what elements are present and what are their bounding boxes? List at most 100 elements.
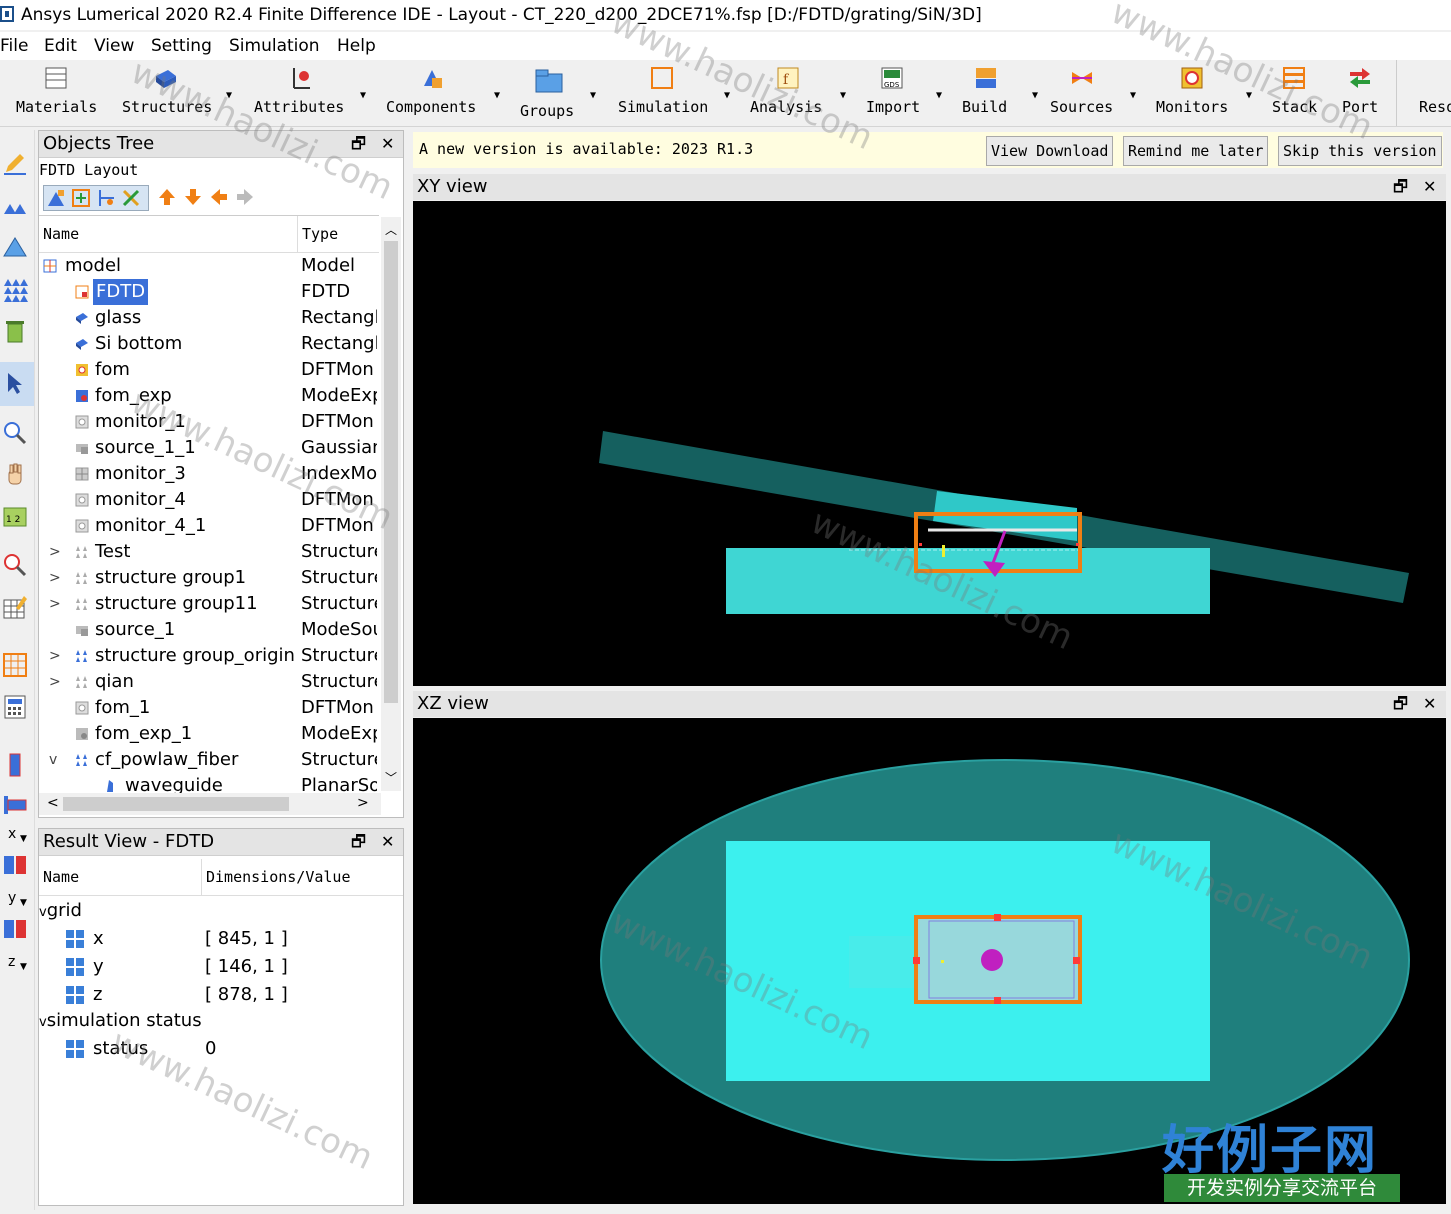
attributes-dropdown-icon[interactable]: ▼ bbox=[360, 90, 366, 101]
tree-hscroll-thumb[interactable] bbox=[63, 797, 289, 811]
groups-dropdown-icon[interactable]: ▼ bbox=[590, 90, 596, 101]
sources-dropdown-icon[interactable]: ▼ bbox=[1130, 90, 1136, 101]
close-panel-icon[interactable]: ✕ bbox=[381, 131, 394, 157]
col-name-header[interactable]: Name bbox=[43, 216, 79, 252]
tree-row-waveguide[interactable]: waveguide PlanarSo bbox=[39, 773, 379, 793]
close-view-icon[interactable]: ✕ bbox=[1423, 174, 1436, 200]
axis-y-dropdown-icon[interactable]: ▼ bbox=[20, 898, 27, 908]
components-button[interactable]: Components ▼ bbox=[384, 60, 506, 126]
result-row-status[interactable]: status 0 bbox=[65, 1035, 395, 1063]
fdtd-handle[interactable] bbox=[1073, 957, 1080, 964]
result-group-grid[interactable]: vgrid bbox=[39, 897, 82, 925]
grid-edit-icon[interactable] bbox=[2, 594, 28, 620]
pyramid-icon[interactable] bbox=[2, 234, 28, 260]
expand-chevron-icon[interactable]: > bbox=[49, 669, 61, 695]
tree-row-source-1[interactable]: source_1 ModeSou bbox=[39, 617, 379, 643]
fdtd-handle[interactable] bbox=[994, 914, 1001, 921]
build-dropdown-icon[interactable]: ▼ bbox=[1032, 90, 1038, 101]
xy-view-canvas[interactable] bbox=[413, 201, 1446, 686]
tree-row-fom-1[interactable]: fom_1 DFTMon bbox=[39, 695, 379, 721]
slice-x-icon[interactable] bbox=[2, 852, 28, 878]
menu-simulation[interactable]: Simulation bbox=[229, 32, 320, 60]
tree-row-fdtd[interactable]: FDTD FDTD bbox=[39, 279, 379, 305]
collapse-chevron-icon[interactable]: v bbox=[39, 1015, 47, 1030]
analysis-button[interactable]: f Analysis ▼ bbox=[748, 60, 852, 126]
move-up-icon[interactable] bbox=[157, 187, 177, 207]
stack-button[interactable]: Stack bbox=[1266, 60, 1326, 126]
tree-row-model[interactable]: model Model bbox=[39, 253, 379, 279]
structures-button[interactable]: Structures ▼ bbox=[118, 60, 236, 126]
menu-help[interactable]: Help bbox=[337, 32, 376, 60]
tree-row-fom[interactable]: fom DFTMon bbox=[39, 357, 379, 383]
monitors-dropdown-icon[interactable]: ▼ bbox=[1246, 90, 1252, 101]
edit-pencil-icon[interactable] bbox=[2, 150, 28, 176]
expand-chevron-icon[interactable]: > bbox=[49, 591, 61, 617]
simulation-button[interactable]: Simulation ▼ bbox=[614, 60, 738, 126]
tree-scroll-thumb[interactable] bbox=[384, 241, 398, 703]
scroll-up-icon[interactable]: ︿ bbox=[385, 221, 397, 238]
skip-version-button[interactable]: Skip this version bbox=[1278, 136, 1442, 166]
tree-row-qian[interactable]: > qian Structure bbox=[39, 669, 379, 695]
tree-row-monitor-1[interactable]: monitor_1 DFTMon bbox=[39, 409, 379, 435]
float-view-icon[interactable]: 🗗 bbox=[1393, 691, 1408, 717]
tree-row-fom-exp-1[interactable]: fom_exp_1 ModeExp bbox=[39, 721, 379, 747]
resources-button[interactable]: Reso bbox=[1396, 60, 1451, 126]
pan-hand-icon[interactable] bbox=[2, 462, 28, 488]
scroll-right-icon[interactable]: > bbox=[357, 795, 369, 811]
scroll-down-icon[interactable]: ﹀ bbox=[385, 769, 397, 786]
tree-row-si-bottom[interactable]: Si bottom Rectangl bbox=[39, 331, 379, 357]
fdtd-handle[interactable] bbox=[1076, 543, 1079, 546]
slice-y-icon[interactable] bbox=[2, 916, 28, 942]
tree-row-glass[interactable]: glass Rectangl bbox=[39, 305, 379, 331]
axis-x-dropdown-icon[interactable]: ▼ bbox=[20, 834, 27, 844]
sources-button[interactable]: Sources ▼ bbox=[1048, 60, 1144, 126]
trash-icon[interactable] bbox=[2, 318, 28, 344]
fdtd-handle[interactable] bbox=[919, 543, 922, 546]
remind-later-button[interactable]: Remind me later bbox=[1123, 136, 1269, 166]
fdtd-handle[interactable] bbox=[913, 957, 920, 964]
import-button[interactable]: GDS Import ▼ bbox=[864, 60, 950, 126]
build-button[interactable]: Build ▼ bbox=[960, 60, 1044, 126]
delete-object-icon[interactable] bbox=[121, 188, 141, 208]
collapse-chevron-icon[interactable]: v bbox=[49, 747, 57, 773]
components-dropdown-icon[interactable]: ▼ bbox=[494, 90, 500, 101]
select-arrow-icon[interactable] bbox=[2, 370, 28, 396]
tree-horizontal-scrollbar[interactable]: < > bbox=[39, 793, 381, 815]
result-row-x[interactable]: x[ 845, 1 ] bbox=[65, 925, 395, 953]
simulation-dropdown-icon[interactable]: ▼ bbox=[724, 90, 730, 101]
expand-chevron-icon[interactable]: > bbox=[49, 539, 61, 565]
tree-row-monitor-4-1[interactable]: monitor_4_1 DFTMon bbox=[39, 513, 379, 539]
zoom-region-icon[interactable] bbox=[2, 552, 28, 578]
zoom-icon[interactable] bbox=[2, 420, 28, 446]
result-group-simulation-status[interactable]: vsimulation status bbox=[39, 1007, 202, 1035]
view-horizontal-icon[interactable] bbox=[2, 792, 28, 818]
float-panel-icon[interactable]: 🗗 bbox=[351, 131, 366, 157]
expand-chevron-icon[interactable]: > bbox=[49, 565, 61, 591]
tree-row-structure-group1[interactable]: > structure group1 Structure bbox=[39, 565, 379, 591]
tree-row-source-1-1[interactable]: source_1_1 Gaussian bbox=[39, 435, 379, 461]
fdtd-handle[interactable] bbox=[994, 997, 1001, 1004]
menu-file[interactable]: File bbox=[0, 32, 28, 60]
tree-row-cf-powlaw-fiber[interactable]: v cf_powlaw_fiber Structure bbox=[39, 747, 379, 773]
collapse-chevron-icon[interactable]: v bbox=[39, 905, 47, 920]
add-structure-icon[interactable] bbox=[46, 188, 66, 208]
tree-row-test[interactable]: > Test Structure bbox=[39, 539, 379, 565]
view-vertical-icon[interactable] bbox=[2, 752, 28, 778]
tree-vertical-scrollbar[interactable]: ︿ ﹀ bbox=[381, 217, 401, 791]
attributes-button[interactable]: Attributes ▼ bbox=[252, 60, 372, 126]
move-down-icon[interactable] bbox=[183, 187, 203, 207]
col-value-header[interactable]: Dimensions/Value bbox=[201, 859, 351, 895]
close-view-icon[interactable]: ✕ bbox=[1423, 691, 1436, 717]
float-view-icon[interactable]: 🗗 bbox=[1393, 174, 1408, 200]
float-panel-icon[interactable]: 🗗 bbox=[351, 829, 366, 855]
menu-setting[interactable]: Setting bbox=[151, 32, 212, 60]
structures-dropdown-icon[interactable]: ▼ bbox=[226, 90, 232, 101]
structures-small-icon[interactable] bbox=[2, 192, 28, 218]
mesh-icon[interactable] bbox=[2, 652, 28, 678]
close-panel-icon[interactable]: ✕ bbox=[381, 829, 394, 855]
tree-row-monitor-4[interactable]: monitor_4 DFTMon bbox=[39, 487, 379, 513]
materials-button[interactable]: Materials bbox=[10, 60, 102, 126]
groups-button[interactable]: Groups ▼ bbox=[518, 60, 602, 126]
view-download-button[interactable]: View Download bbox=[986, 136, 1114, 166]
expand-chevron-icon[interactable]: > bbox=[49, 643, 61, 669]
